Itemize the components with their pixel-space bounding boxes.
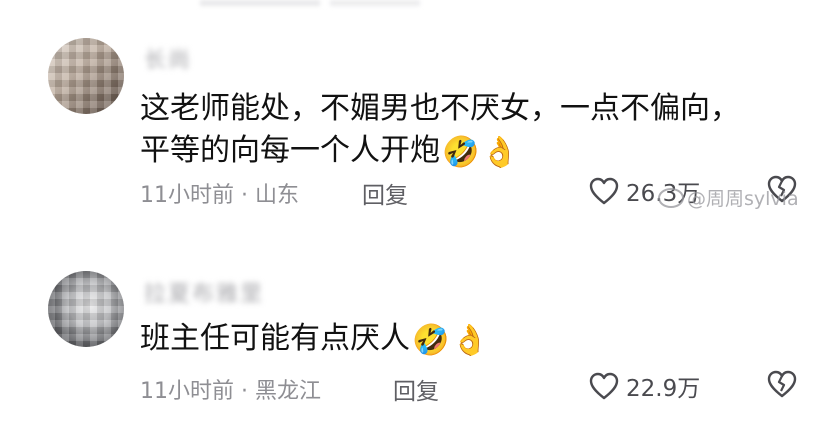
username[interactable]: 拉夏布雅里 — [144, 276, 264, 308]
avatar[interactable] — [48, 271, 124, 347]
meta-separator: · — [234, 183, 255, 208]
comment-time: 11小时前 — [140, 183, 234, 208]
rofl-emoji-icon: 🤣 — [412, 323, 450, 358]
like-count: 22.9万 — [626, 376, 701, 402]
comment-location: 黑龙江 — [254, 379, 321, 404]
like-button[interactable]: 22.9万 — [588, 369, 700, 403]
top-blurred-strip — [200, 0, 320, 6]
comment-line: 平等的向每一个人开炮🤣👌 — [140, 133, 519, 170]
broken-heart-icon[interactable] — [766, 369, 798, 403]
ok-hand-emoji-icon: 👌 — [481, 135, 519, 170]
reply-button[interactable]: 回复 — [393, 372, 439, 406]
watermark-text: @周周sylvia — [687, 188, 799, 210]
comment-line: 班主任可能有点厌人🤣👌 — [140, 321, 489, 358]
weibo-logo-icon — [658, 187, 684, 208]
top-blurred-strip — [330, 0, 420, 6]
reply-button[interactable]: 回复 — [362, 176, 408, 210]
meta-separator: · — [234, 379, 255, 404]
comment-text: 班主任可能有点厌人🤣👌 — [140, 318, 489, 362]
heart-icon — [588, 176, 620, 206]
heart-icon — [588, 371, 620, 401]
comment-line: 这老师能处，不媚男也不厌女，一点不偏向， — [140, 91, 740, 126]
avatar[interactable] — [48, 38, 124, 114]
comment-time: 11小时前 — [140, 379, 234, 404]
username[interactable]: 长尚 — [144, 42, 192, 74]
comment-location: 山东 — [254, 183, 299, 208]
comment-meta: 11小时前 · 黑龙江 — [140, 373, 321, 405]
rofl-emoji-icon: 🤣 — [442, 135, 480, 170]
watermark: @周周sylvia — [658, 184, 799, 211]
ok-hand-emoji-icon: 👌 — [451, 323, 489, 358]
comment-meta: 11小时前 · 山东 — [140, 177, 299, 209]
comment-text: 这老师能处，不媚男也不厌女，一点不偏向， 平等的向每一个人开炮🤣👌 — [140, 88, 740, 174]
